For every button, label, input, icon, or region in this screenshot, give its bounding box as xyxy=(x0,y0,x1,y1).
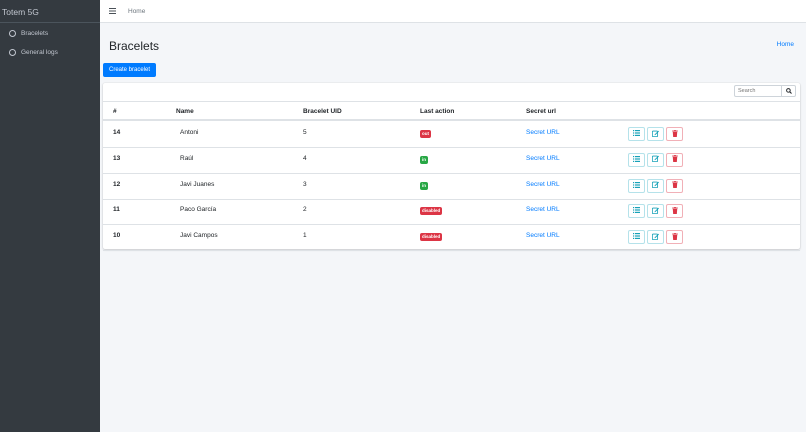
bracelet-id: 12 xyxy=(113,180,121,188)
last-action-badge: out xyxy=(420,130,431,138)
column-header-name[interactable]: Name xyxy=(176,108,194,115)
column-header-last-action[interactable]: Last action xyxy=(420,108,454,115)
bracelet-uid: 1 xyxy=(303,232,307,239)
trash-icon xyxy=(671,181,678,190)
list-icon xyxy=(633,130,640,138)
details-button[interactable] xyxy=(628,230,645,244)
delete-button[interactable] xyxy=(666,230,683,244)
last-action-badge: in xyxy=(420,181,428,190)
delete-button[interactable] xyxy=(666,152,683,167)
search-icon xyxy=(785,88,792,94)
secret-url-link[interactable]: Secret URL xyxy=(526,129,560,136)
bracelet-id: 13 xyxy=(113,154,121,162)
bracelets-card: # Name Bracelet UID Last action Secret u… xyxy=(103,83,800,251)
hamburger-icon[interactable] xyxy=(109,7,119,16)
circle-icon xyxy=(9,30,16,37)
bracelet-uid: 3 xyxy=(303,180,307,188)
secret-url-link[interactable]: Secret URL xyxy=(526,155,560,162)
circle-icon xyxy=(9,49,16,56)
secret-url-link[interactable]: Secret URL xyxy=(526,181,560,188)
top-navbar: Home xyxy=(100,0,806,23)
trash-icon xyxy=(671,206,678,216)
sidebar-item-bracelets[interactable]: Bracelets xyxy=(0,25,100,42)
last-action-badge: in xyxy=(420,155,428,164)
bracelet-uid: 5 xyxy=(303,129,307,136)
bracelet-name: Antoni xyxy=(180,129,199,136)
table-row: 14 Antoni 5 out Secret URL xyxy=(103,122,800,148)
details-button[interactable] xyxy=(628,178,645,193)
bracelet-uid: 4 xyxy=(303,154,307,162)
create-bracelet-button[interactable]: Create bracelet xyxy=(103,63,156,77)
sidebar-item-general-logs[interactable]: General logs xyxy=(0,44,100,61)
search-group xyxy=(734,85,796,97)
column-header-secret-url[interactable]: Secret url xyxy=(526,108,556,115)
delete-button[interactable] xyxy=(666,204,683,219)
details-button[interactable] xyxy=(628,204,645,219)
column-header-uid[interactable]: Bracelet UID xyxy=(303,108,342,115)
edit-button[interactable] xyxy=(647,204,664,219)
bracelet-name: Javi Campos xyxy=(180,232,218,239)
delete-button[interactable] xyxy=(666,178,683,193)
details-button[interactable] xyxy=(628,127,645,141)
column-header-id[interactable]: # xyxy=(113,108,117,115)
sidebar: Totem 5G Bracelets General logs xyxy=(0,0,100,432)
table-row: 12 Javi Juanes 3 in Secret URL xyxy=(103,174,800,200)
table-header: # Name Bracelet UID Last action Secret u… xyxy=(103,101,800,121)
breadcrumb-home-link[interactable]: Home xyxy=(777,41,794,48)
bracelet-name: Javi Juanes xyxy=(180,180,215,188)
bracelet-uid: 2 xyxy=(303,206,307,214)
bracelet-id: 10 xyxy=(113,232,121,239)
edit-button[interactable] xyxy=(647,127,664,141)
trash-icon xyxy=(671,129,678,139)
details-button[interactable] xyxy=(628,152,645,167)
delete-button[interactable] xyxy=(666,127,683,141)
edit-button[interactable] xyxy=(647,230,664,244)
search-button[interactable] xyxy=(782,85,796,97)
sidebar-item-label: Bracelets xyxy=(21,30,49,37)
bracelet-name: Raúl xyxy=(180,154,194,162)
table-row: 10 Javi Campos 1 disabled Secret URL xyxy=(103,225,800,251)
secret-url-link[interactable]: Secret URL xyxy=(526,232,560,239)
edit-icon xyxy=(651,130,659,139)
list-icon xyxy=(633,181,640,190)
edit-icon xyxy=(651,181,659,190)
list-icon xyxy=(633,233,640,241)
bracelet-id: 11 xyxy=(113,206,120,214)
trash-icon xyxy=(671,155,678,164)
page-title: Bracelets xyxy=(109,39,160,53)
search-input[interactable] xyxy=(734,85,782,97)
edit-icon xyxy=(651,207,659,216)
table-row: 13 Raúl 4 in Secret URL xyxy=(103,148,800,174)
trash-icon xyxy=(671,232,678,242)
edit-icon xyxy=(651,155,659,164)
table-row: 11 Paco García 2 disabled Secret URL xyxy=(103,199,800,226)
bracelet-id: 14 xyxy=(113,129,121,136)
edit-button[interactable] xyxy=(647,178,664,193)
list-icon xyxy=(633,155,640,164)
sidebar-item-label: General logs xyxy=(21,49,58,56)
brand-link[interactable]: Totem 5G xyxy=(0,0,100,23)
bracelet-name: Paco García xyxy=(180,206,217,214)
navbar-home-link[interactable]: Home xyxy=(128,8,145,15)
last-action-badge: disabled xyxy=(420,233,443,241)
list-icon xyxy=(633,207,640,215)
edit-icon xyxy=(651,233,659,242)
edit-button[interactable] xyxy=(647,152,664,167)
last-action-badge: disabled xyxy=(420,207,443,216)
secret-url-link[interactable]: Secret URL xyxy=(526,206,560,213)
